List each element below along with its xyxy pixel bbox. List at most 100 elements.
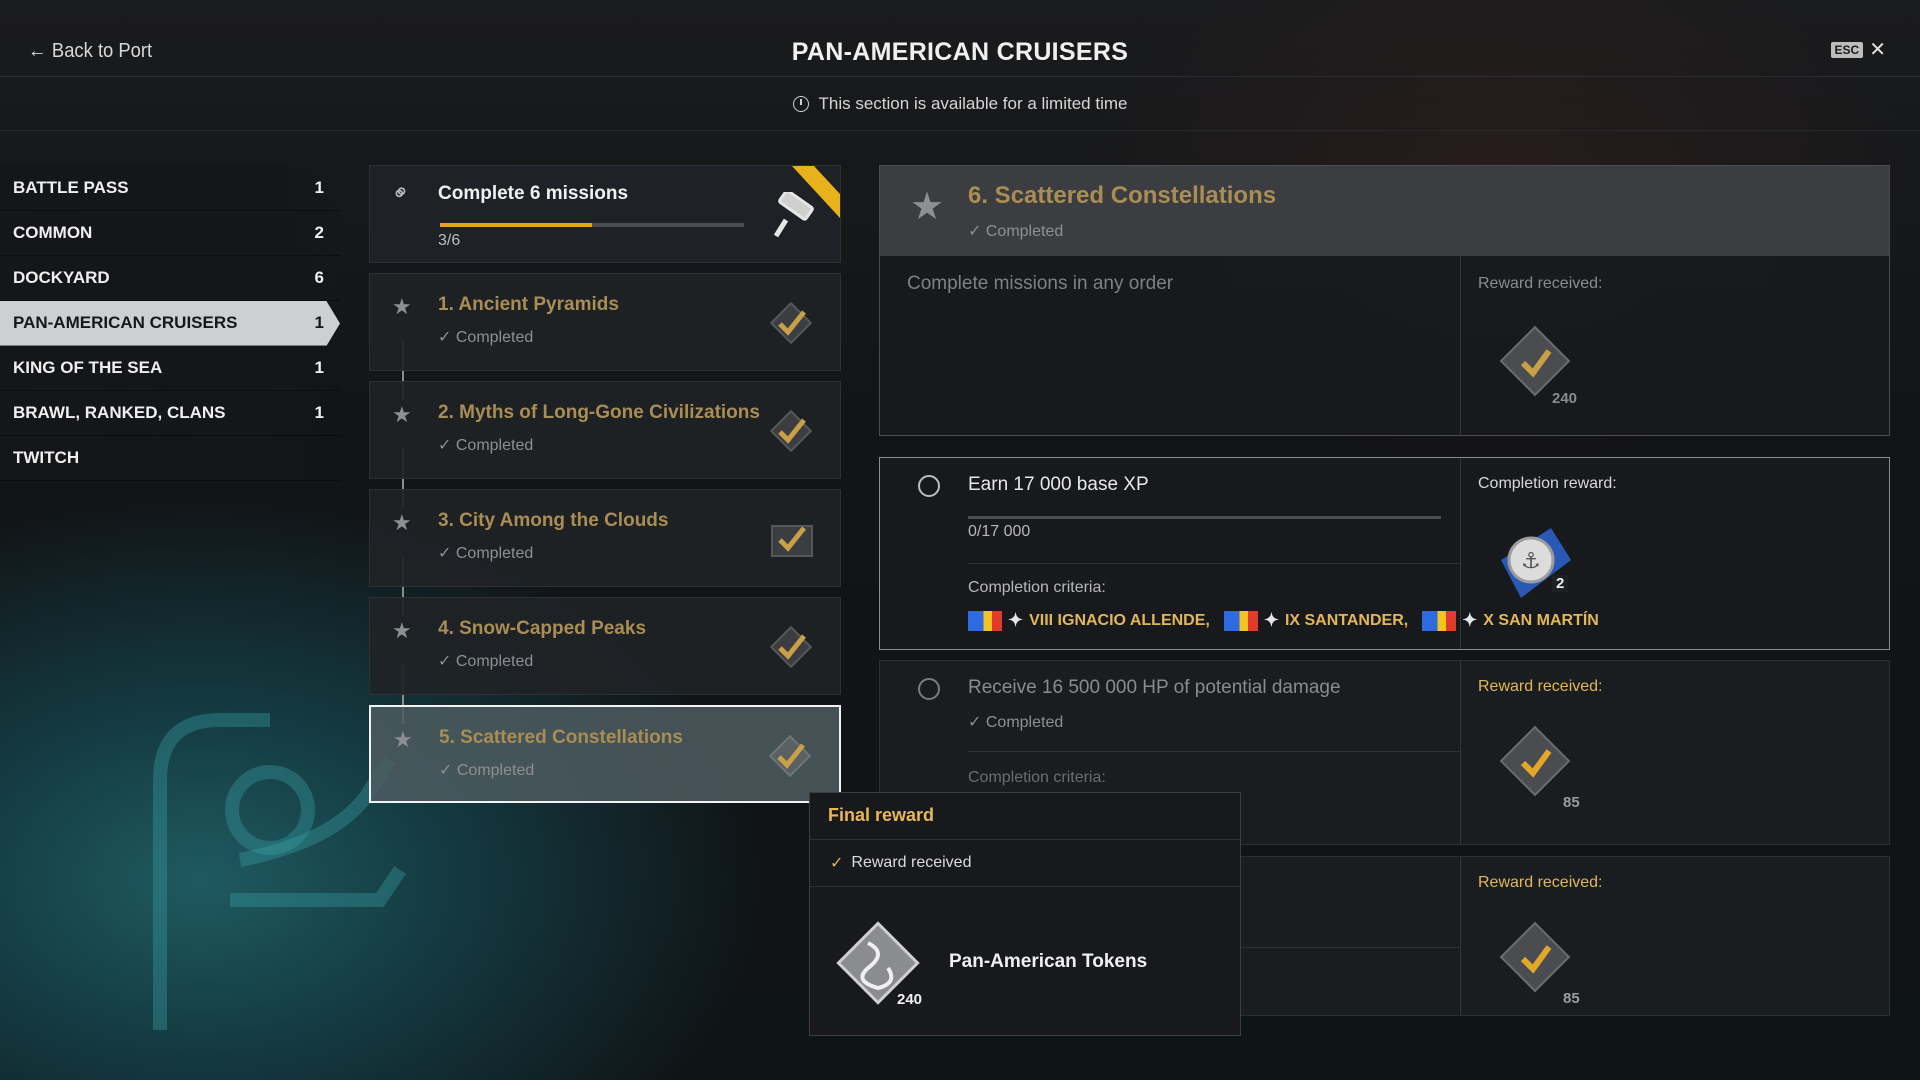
completed-check-icon <box>769 625 813 669</box>
nation-flag-icon <box>968 610 1002 631</box>
criteria-ships: ✦ VIII IGNACIO ALLENDE, ✦ IX SANTANDER, … <box>968 610 1599 631</box>
detail-title: 6. Scattered Constellations <box>968 182 1277 209</box>
column-divider <box>1460 857 1461 1015</box>
mission-card[interactable]: ★ 2. Myths of Long-Gone Civilizations ✓ … <box>369 381 841 479</box>
reward-label: Reward received: <box>1478 678 1603 695</box>
criteria-label: Completion criteria: <box>968 579 1106 596</box>
mission-name: 5. Scattered Constellations <box>439 727 683 748</box>
detail-status: ✓ Completed <box>968 223 1064 240</box>
sidebar-item-label: BRAWL, RANKED, CLANS <box>13 403 226 422</box>
task-divider <box>968 751 1460 752</box>
close-button[interactable]: ESC ✕ <box>1830 39 1886 61</box>
mission-detail-panel: ★ 6. Scattered Constellations ✓ Complete… <box>879 165 1890 436</box>
mission-name: 1. Ancient Pyramids <box>438 294 619 315</box>
task-text: Receive 16 500 000 HP of potential damag… <box>968 677 1341 698</box>
task-status: ✓ Completed <box>968 714 1064 731</box>
anchor-coin-icon: ⚓ <box>1501 528 1571 598</box>
column-divider <box>1460 661 1461 844</box>
mission-status: ✓ Completed <box>438 545 534 562</box>
sidebar-item-label: DOCKYARD <box>13 268 110 287</box>
chain-title: Complete 6 missions <box>438 183 629 204</box>
esc-key-badge: ESC <box>1830 42 1864 58</box>
tooltip-item-name: Pan-American Tokens <box>949 951 1148 972</box>
column-divider <box>1460 256 1461 435</box>
star-icon: ★ <box>392 402 412 427</box>
sidebar-item-count: 1 <box>314 358 324 377</box>
chain-header-card[interactable]: ⚭ Complete 6 missions 3/6 <box>369 165 841 263</box>
mission-name: 2. Myths of Long-Gone Civilizations <box>438 402 760 423</box>
mission-status: ✓ Completed <box>439 762 535 779</box>
task-progress-bar <box>968 516 1441 519</box>
task-radio-icon <box>918 475 940 497</box>
nation-flag-icon <box>1422 610 1457 631</box>
completion-reward-label: Completion reward: <box>1478 475 1617 492</box>
sidebar-item-brawl-ranked-clans[interactable]: BRAWL, RANKED, CLANS 1 <box>0 391 340 436</box>
star-icon: ★ <box>392 510 412 535</box>
chain-progress-text: 3/6 <box>438 232 461 249</box>
sidebar-item-label: PAN-AMERICAN CRUISERS <box>13 313 238 332</box>
mission-name: 3. City Among the Clouds <box>438 510 669 531</box>
cruiser-class-icon: ✦ <box>1008 610 1024 630</box>
sidebar-item-twitch[interactable]: TWITCH <box>0 436 340 481</box>
chain-progress-fill <box>440 223 592 227</box>
star-icon: ★ <box>392 294 412 319</box>
task-text: Earn 17 000 base XP <box>968 474 1149 495</box>
star-icon: ★ <box>393 727 413 752</box>
sidebar-item-count: 1 <box>314 313 324 332</box>
sidebar-item-label: TWITCH <box>13 448 80 467</box>
sidebar-item-count: 6 <box>314 268 324 287</box>
tooltip-title: Final reward <box>810 793 1240 840</box>
reward-amount: 85 <box>1563 794 1580 811</box>
nation-flag-icon <box>1223 610 1258 631</box>
tooltip-item-amount: 240 <box>897 991 923 1008</box>
task-radio-icon <box>918 678 940 700</box>
sidebar-item-count: 1 <box>314 178 324 197</box>
chain-progress-bar <box>440 223 744 227</box>
close-icon: ✕ <box>1869 39 1886 61</box>
ship-name[interactable]: IX SANTANDER, <box>1285 612 1408 630</box>
star-icon: ★ <box>392 618 412 643</box>
sidebar-item-pan-american-cruisers[interactable]: PAN-AMERICAN CRUISERS 1 <box>0 301 340 346</box>
sidebar-item-dockyard[interactable]: DOCKYARD 6 <box>0 256 340 301</box>
cruiser-class-icon: ✦ <box>1462 610 1478 630</box>
limited-time-notice: This section is available for a limited … <box>0 78 1920 131</box>
mission-card-selected[interactable]: ★ 5. Scattered Constellations ✓ Complete… <box>369 705 841 803</box>
check-icon: ✓ <box>830 855 844 872</box>
task-progress-text: 0/17 000 <box>968 523 1031 540</box>
cruiser-class-icon: ✦ <box>1263 610 1279 630</box>
sidebar-item-label: BATTLE PASS <box>13 178 129 197</box>
completed-check-icon <box>768 734 812 778</box>
reward-amount: 240 <box>1552 390 1578 407</box>
completed-check-icon <box>769 301 813 345</box>
mission-status: ✓ Completed <box>438 329 534 346</box>
sidebar-item-common[interactable]: COMMON 2 <box>0 211 340 256</box>
notice-text: This section is available for a limited … <box>818 94 1128 113</box>
task-card[interactable]: Earn 17 000 base XP 0/17 000 Completion … <box>879 457 1890 650</box>
sidebar-item-king-of-the-sea[interactable]: KING OF THE SEA 1 <box>0 346 340 391</box>
reward-label: Reward received: <box>1478 275 1603 292</box>
mission-card[interactable]: ★ 1. Ancient Pyramids ✓ Completed <box>369 273 841 371</box>
paint-roller-icon <box>773 192 814 238</box>
reward-label: Reward received: <box>1478 874 1603 891</box>
criteria-label: Completion criteria: <box>968 769 1106 786</box>
mission-name: 4. Snow-Capped Peaks <box>438 618 647 639</box>
page-title: PAN-AMERICAN CRUISERS <box>791 38 1129 66</box>
sidebar-item-battle-pass[interactable]: BATTLE PASS 1 <box>0 166 340 211</box>
task-divider <box>968 563 1460 564</box>
mission-status: ✓ Completed <box>438 437 534 454</box>
completed-check-icon <box>771 525 813 557</box>
mission-card[interactable]: ★ 3. City Among the Clouds ✓ Completed <box>369 489 841 587</box>
sidebar-item-label: KING OF THE SEA <box>13 358 163 377</box>
link-icon: ⚭ <box>385 177 417 209</box>
mission-status: ✓ Completed <box>438 653 534 670</box>
sidebar-item-label: COMMON <box>13 223 93 242</box>
detail-description: Complete missions in any order <box>907 273 1174 294</box>
ship-name[interactable]: VIII IGNACIO ALLENDE, <box>1029 612 1210 630</box>
completed-check-icon <box>769 409 813 453</box>
sidebar-item-count: 2 <box>314 223 324 242</box>
mission-card[interactable]: ★ 4. Snow-Capped Peaks ✓ Completed <box>369 597 841 695</box>
completion-reward-amount: 2 <box>1552 575 1569 592</box>
reward-amount: 85 <box>1563 990 1580 1007</box>
ship-name[interactable]: X SAN MARTÍN <box>1483 612 1599 630</box>
category-sidebar: BATTLE PASS 1 COMMON 2 DOCKYARD 6 PAN-AMERI… <box>0 166 340 481</box>
